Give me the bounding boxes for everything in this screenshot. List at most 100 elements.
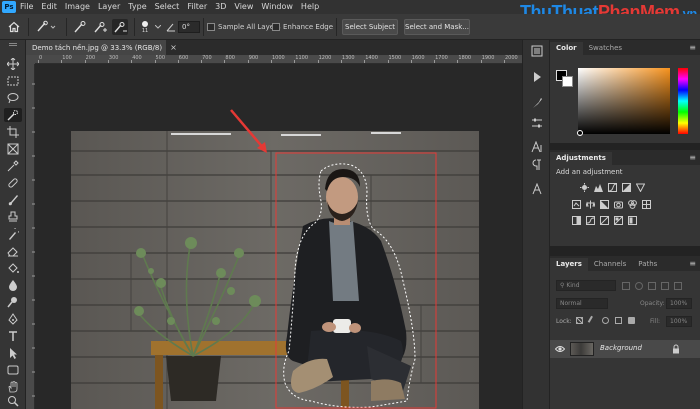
history-panel-icon[interactable] xyxy=(529,44,545,58)
type-filter-icon[interactable] xyxy=(648,282,656,290)
angle-field[interactable]: 0° xyxy=(178,21,200,33)
close-icon[interactable]: × xyxy=(170,43,177,52)
pen-tool-icon[interactable] xyxy=(4,312,22,326)
dodge-tool-icon[interactable] xyxy=(4,295,22,309)
enhance-edge-checkbox[interactable] xyxy=(272,23,280,31)
quick-selection-tool-icon[interactable] xyxy=(4,108,22,122)
vibrance-icon[interactable] xyxy=(636,183,645,192)
photo-filter-icon[interactable] xyxy=(614,200,623,209)
lock-all-icon[interactable] xyxy=(628,317,635,324)
lasso-tool-icon[interactable] xyxy=(4,91,22,105)
move-tool-icon[interactable] xyxy=(4,57,22,71)
shape-filter-icon[interactable] xyxy=(661,282,669,290)
history-brush-tool-icon[interactable] xyxy=(4,227,22,241)
tab-swatches[interactable]: Swatches xyxy=(583,42,628,55)
subtract-from-selection-brush-icon[interactable] xyxy=(112,19,128,35)
properties-sliders-icon[interactable] xyxy=(529,116,545,130)
tab-layers[interactable]: Layers xyxy=(550,258,588,271)
eye-icon[interactable] xyxy=(555,345,565,353)
menu-edit[interactable]: Edit xyxy=(37,0,61,14)
opacity-field[interactable]: 100% xyxy=(666,298,692,309)
color-lookup-icon[interactable] xyxy=(642,200,651,209)
photo-canvas[interactable] xyxy=(71,131,479,409)
panel-menu-icon[interactable]: ≡ xyxy=(689,43,696,52)
menu-filter[interactable]: Filter xyxy=(183,0,211,14)
tool-preset-picker[interactable] xyxy=(34,19,58,35)
actions-play-icon[interactable] xyxy=(529,70,545,84)
add-to-selection-brush-icon[interactable] xyxy=(92,19,108,35)
brush-tool-icon[interactable] xyxy=(4,193,22,207)
lock-artboard-icon[interactable] xyxy=(615,317,622,324)
canvas-area[interactable] xyxy=(35,64,522,409)
adjustment-filter-icon[interactable] xyxy=(635,282,643,290)
lock-transparent-icon[interactable] xyxy=(576,317,583,324)
type-tool-icon[interactable] xyxy=(4,329,22,343)
layer-row-background[interactable]: Background xyxy=(550,340,700,358)
menu-view[interactable]: View xyxy=(230,0,257,14)
blur-tool-icon[interactable] xyxy=(4,278,22,292)
chevron-down-icon[interactable] xyxy=(154,19,162,35)
menu-select[interactable]: Select xyxy=(151,0,184,14)
healing-brush-tool-icon[interactable] xyxy=(4,176,22,190)
tab-color[interactable]: Color xyxy=(550,42,583,55)
color-balance-icon[interactable] xyxy=(586,200,595,209)
hue-saturation-icon[interactable] xyxy=(572,200,581,209)
frame-tool-icon[interactable] xyxy=(4,142,22,156)
home-icon[interactable] xyxy=(6,19,22,35)
color-field[interactable] xyxy=(578,68,670,134)
layer-kind-filter[interactable]: ⚲ Kind xyxy=(556,280,616,291)
tab-channels[interactable]: Channels xyxy=(588,258,632,271)
lock-brush-icon[interactable] xyxy=(587,315,598,326)
crop-tool-icon[interactable] xyxy=(4,125,22,139)
hue-slider[interactable] xyxy=(678,68,688,134)
document-tab[interactable]: Demo tách nền.jpg @ 33.3% (RGB/8) × xyxy=(26,40,177,55)
color-field-picker[interactable] xyxy=(577,130,583,136)
character-panel-icon[interactable] xyxy=(529,140,545,154)
lock-move-icon[interactable] xyxy=(602,317,609,324)
select-and-mask-button[interactable]: Select and Mask... xyxy=(404,19,470,35)
glyphs-panel-icon[interactable] xyxy=(529,182,545,196)
sample-all-layers-checkbox[interactable] xyxy=(207,23,215,31)
eraser-tool-icon[interactable] xyxy=(4,244,22,258)
curves-icon[interactable] xyxy=(608,183,617,192)
gradient-map-icon[interactable] xyxy=(628,216,637,225)
channel-mixer-icon[interactable] xyxy=(628,200,637,209)
toolbar-grip[interactable] xyxy=(9,43,17,46)
menu-window[interactable]: Window xyxy=(257,0,297,14)
fill-field[interactable]: 100% xyxy=(666,316,692,327)
panel-menu-icon[interactable]: ≡ xyxy=(689,259,696,268)
eyedropper-tool-icon[interactable] xyxy=(4,159,22,173)
rectangle-tool-icon[interactable] xyxy=(4,363,22,377)
selective-color-icon[interactable] xyxy=(614,216,623,225)
paragraph-panel-icon[interactable] xyxy=(529,158,545,172)
select-subject-button[interactable]: Select Subject xyxy=(342,19,398,35)
menu-layer[interactable]: Layer xyxy=(94,0,124,14)
menu-3d[interactable]: 3D xyxy=(211,0,230,14)
brightness-contrast-icon[interactable] xyxy=(580,183,589,192)
invert-icon[interactable] xyxy=(572,216,581,225)
brush-size-picker[interactable]: 11 xyxy=(138,19,152,35)
paint-bucket-tool-icon[interactable] xyxy=(4,261,22,275)
clone-stamp-tool-icon[interactable] xyxy=(4,210,22,224)
tab-paths[interactable]: Paths xyxy=(632,258,663,271)
menu-type[interactable]: Type xyxy=(124,0,150,14)
new-selection-brush-icon[interactable] xyxy=(72,19,88,35)
hand-tool-icon[interactable] xyxy=(4,380,22,394)
marquee-tool-icon[interactable] xyxy=(4,74,22,88)
tab-adjustments[interactable]: Adjustments xyxy=(550,152,612,165)
pixel-filter-icon[interactable] xyxy=(622,282,630,290)
black-white-icon[interactable] xyxy=(600,200,609,209)
smart-object-filter-icon[interactable] xyxy=(674,282,682,290)
threshold-icon[interactable] xyxy=(600,216,609,225)
blend-mode-select[interactable]: Normal xyxy=(556,298,608,309)
menu-file[interactable]: File xyxy=(16,0,37,14)
background-color-swatch[interactable] xyxy=(562,76,573,87)
exposure-icon[interactable] xyxy=(622,183,631,192)
brush-settings-icon[interactable] xyxy=(529,96,545,110)
levels-icon[interactable] xyxy=(594,183,603,192)
menu-help[interactable]: Help xyxy=(297,0,323,14)
posterize-icon[interactable] xyxy=(586,216,595,225)
menu-image[interactable]: Image xyxy=(61,0,94,14)
zoom-tool-icon[interactable] xyxy=(4,394,22,408)
panel-menu-icon[interactable]: ≡ xyxy=(689,153,696,162)
